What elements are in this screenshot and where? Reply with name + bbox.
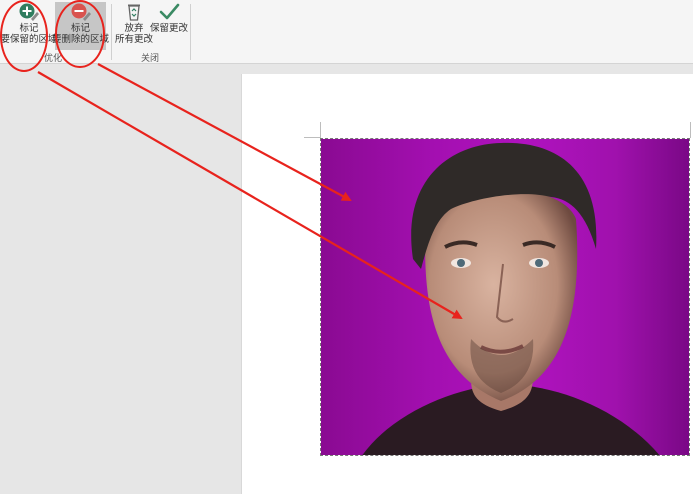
mark-areas-to-keep-button[interactable]: 标记 要保留的区域 [0,2,58,50]
discard-label-line1: 放弃 [124,23,144,34]
crop-guide-line [320,122,321,138]
group-separator [111,4,112,60]
keep-changes-button[interactable]: 保留更改 [150,2,189,50]
discard-label-line2: 所有更改 [115,34,154,45]
plus-circle-pencil-icon [18,2,40,22]
crop-guide-line [690,122,691,138]
portrait-figure [362,142,660,455]
minus-circle-pencil-icon [70,2,92,22]
crop-guide-line [304,137,320,138]
recycle-bin-icon [123,2,145,22]
keep-label-line2: 要保留的区域 [0,34,58,45]
ribbon-toolbar: 标记 要保留的区域 标记 要删除的区域 优化 放弃 所有更改 保留更改 关闭 [0,0,693,64]
delete-label-line2: 要删除的区域 [52,34,110,45]
refine-group-label: 优化 [44,53,63,63]
group-separator [190,4,191,60]
checkmark-icon [158,2,180,22]
delete-label-line1: 标记 [70,23,90,34]
save-label: 保留更改 [150,23,189,34]
mark-areas-to-remove-button[interactable]: 标记 要删除的区域 [52,2,110,50]
portrait-photo[interactable] [320,138,690,456]
keep-label-line1: 标记 [19,23,39,34]
close-group-label: 关闭 [141,53,160,63]
discard-all-changes-button[interactable]: 放弃 所有更改 [115,2,154,50]
